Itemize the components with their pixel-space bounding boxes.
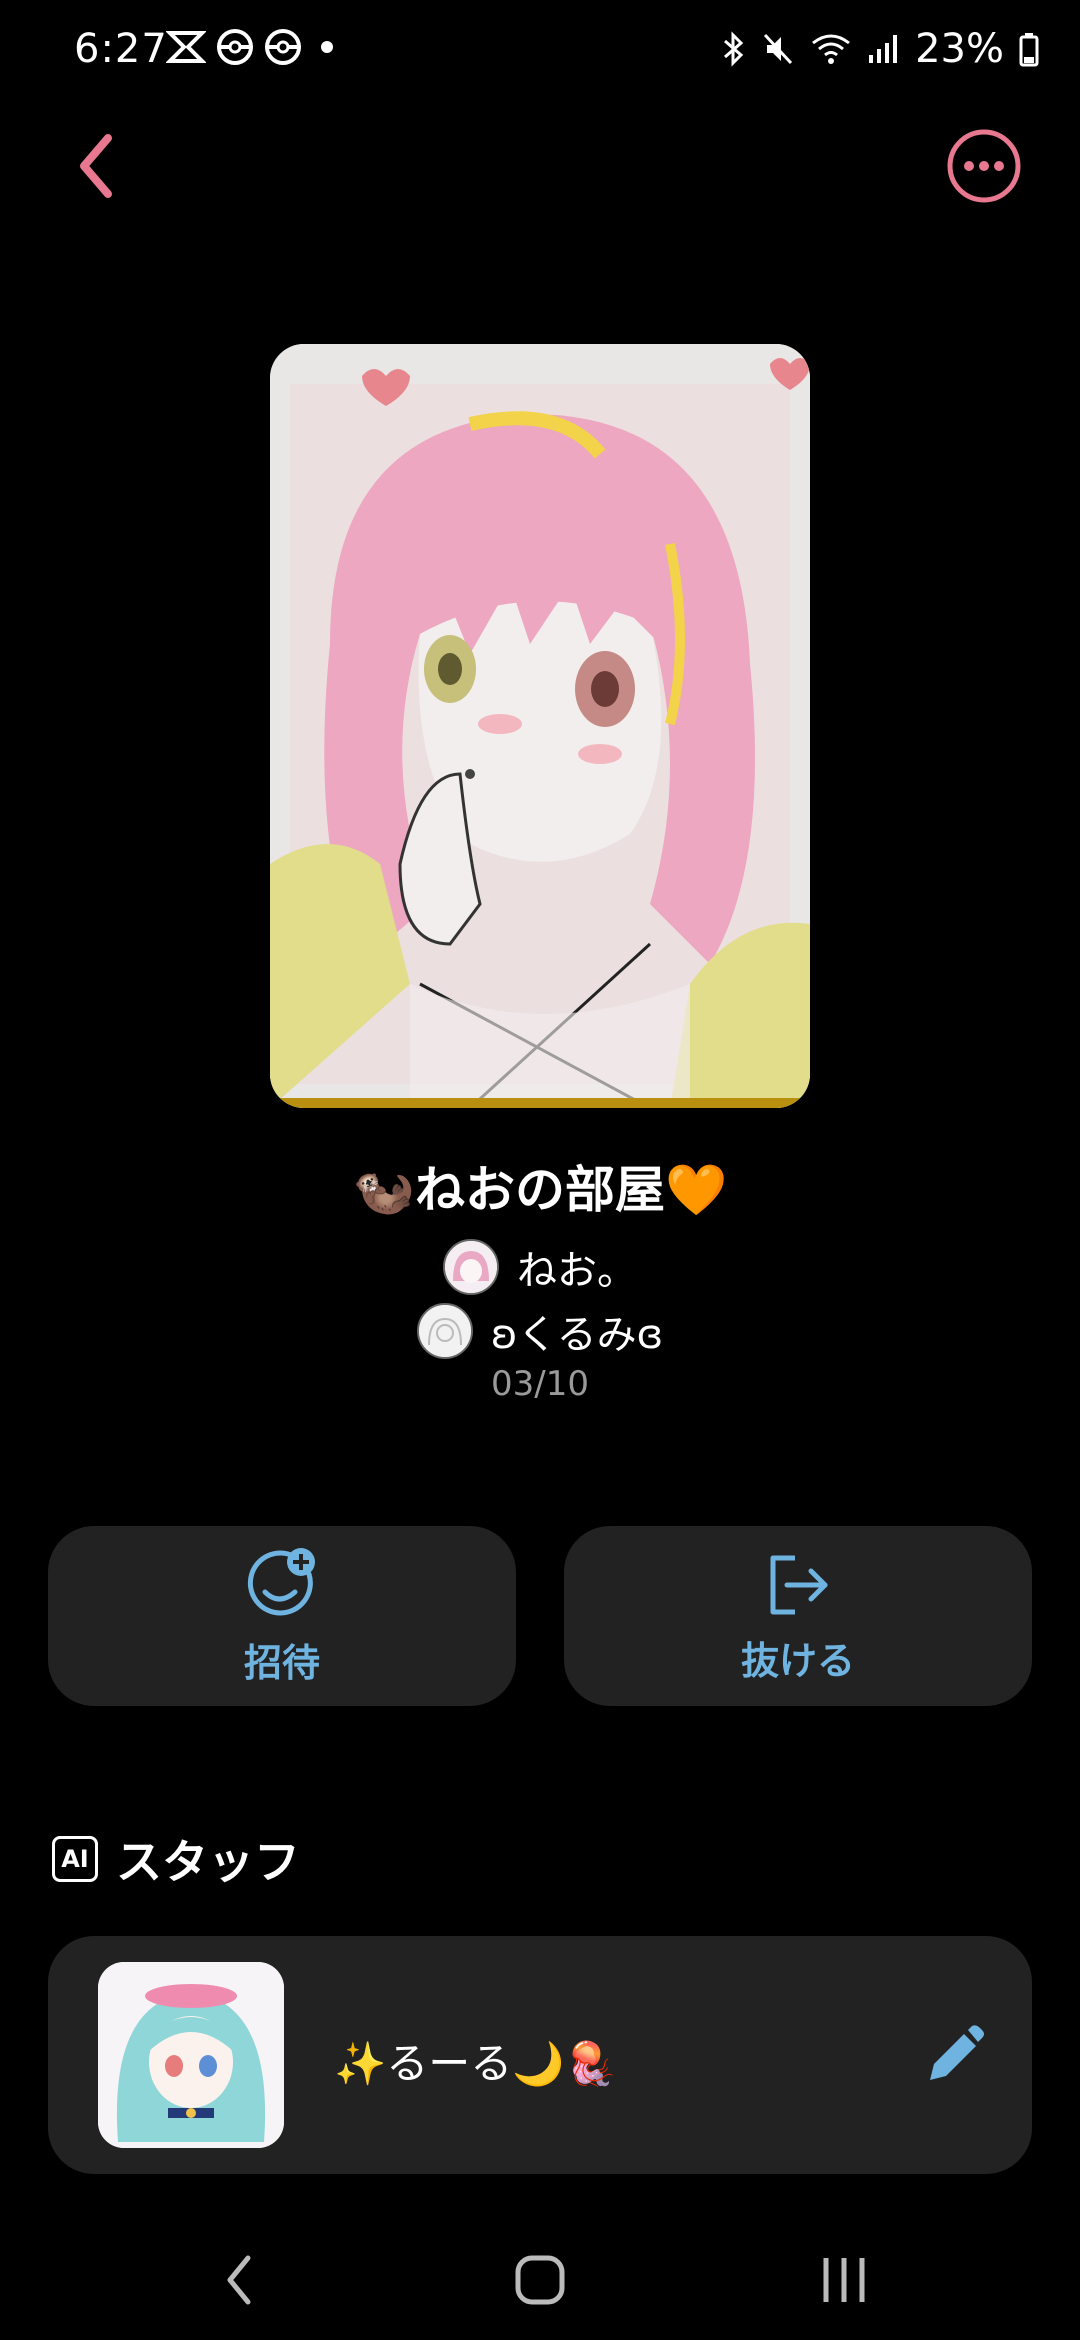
battery-percent: 23% — [915, 26, 1004, 72]
pokeball-icon — [216, 28, 254, 66]
recent-apps-icon — [804, 2244, 884, 2316]
wifi-icon — [809, 31, 853, 67]
bluetooth-icon — [719, 31, 747, 67]
leave-button[interactable]: 抜ける — [564, 1526, 1032, 1706]
system-navigation-bar — [0, 2220, 1080, 2340]
more-options-button[interactable] — [946, 128, 1022, 204]
signal-icon — [867, 31, 901, 67]
system-status: 23% — [719, 26, 1040, 72]
chevron-left-icon — [200, 2244, 280, 2316]
exit-icon — [761, 1548, 835, 1622]
status-time: 6:27 — [74, 26, 168, 72]
room-date: 03/10 — [491, 1364, 589, 1404]
invite-label: 招待 — [243, 1640, 320, 1685]
staff-section-header: AI スタッフ — [52, 1826, 300, 1892]
notification-icons — [166, 28, 342, 66]
chevron-left-icon — [62, 126, 132, 206]
member-row[interactable]: ʚくるみɞ — [0, 1302, 1080, 1360]
room-cover-image — [270, 344, 810, 1108]
edit-staff-button[interactable] — [916, 2020, 990, 2094]
home-button[interactable] — [500, 2244, 580, 2316]
cover-accent-bar — [270, 1098, 810, 1108]
pencil-icon — [916, 2020, 990, 2094]
avatar — [416, 1303, 473, 1359]
avatar — [443, 1239, 499, 1295]
capcut-icon — [166, 29, 206, 65]
recent-apps-button[interactable] — [804, 2244, 884, 2316]
system-back-button[interactable] — [200, 2244, 280, 2316]
more-icon — [946, 128, 1022, 204]
staff-card[interactable]: ✨るーる🌙🪼 — [48, 1936, 1032, 2174]
staff-name: ✨るーる🌙🪼 — [334, 2039, 617, 2088]
member-name: ʚくるみɞ — [490, 1312, 664, 1358]
pokeball-icon — [264, 28, 302, 66]
add-smiley-icon — [243, 1546, 321, 1624]
staff-avatar — [98, 1962, 284, 2148]
room-title: 🦦ねおの部屋🧡 — [352, 1161, 728, 1219]
staff-section-title: スタッフ — [116, 1835, 300, 1889]
back-button[interactable] — [62, 126, 132, 206]
battery-icon — [1018, 31, 1040, 67]
member-row[interactable]: ねお。 — [0, 1238, 1080, 1296]
member-name: ねお。 — [517, 1248, 637, 1294]
ai-badge: AI — [52, 1836, 98, 1882]
invite-button[interactable]: 招待 — [48, 1526, 516, 1706]
home-icon — [500, 2244, 580, 2316]
leave-label: 抜ける — [740, 1638, 855, 1683]
status-bar: 6:27 23% — [0, 0, 1080, 104]
mute-icon — [761, 31, 795, 67]
dot-icon — [312, 29, 342, 65]
